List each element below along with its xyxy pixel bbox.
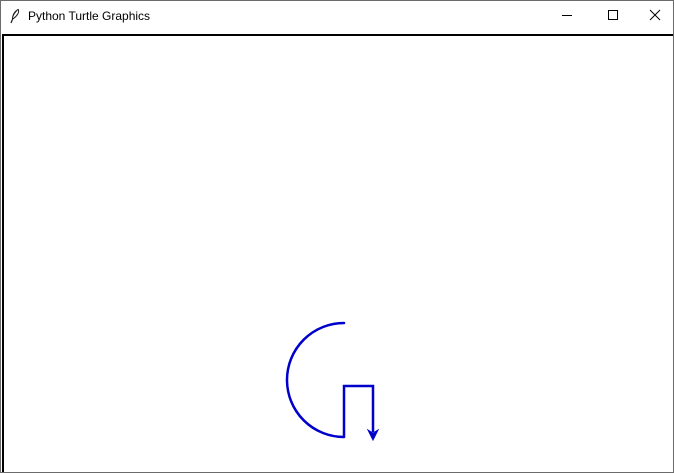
close-icon bbox=[649, 8, 661, 26]
minimize-button[interactable] bbox=[544, 1, 590, 32]
window-title: Python Turtle Graphics bbox=[28, 9, 151, 23]
title-bar[interactable]: Python Turtle Graphics bbox=[1, 1, 673, 32]
turtle-line-path bbox=[342, 384, 375, 437]
turtle-canvas-frame bbox=[2, 34, 673, 472]
feather-icon bbox=[7, 8, 23, 24]
app-window: Python Turtle Graphics bbox=[0, 0, 674, 473]
maximize-button[interactable] bbox=[590, 1, 636, 32]
turtle-canvas[interactable] bbox=[4, 36, 673, 472]
minimize-icon bbox=[561, 8, 573, 26]
maximize-icon bbox=[607, 8, 619, 26]
turtle-arc-path bbox=[285, 321, 346, 439]
close-button[interactable] bbox=[636, 1, 673, 32]
